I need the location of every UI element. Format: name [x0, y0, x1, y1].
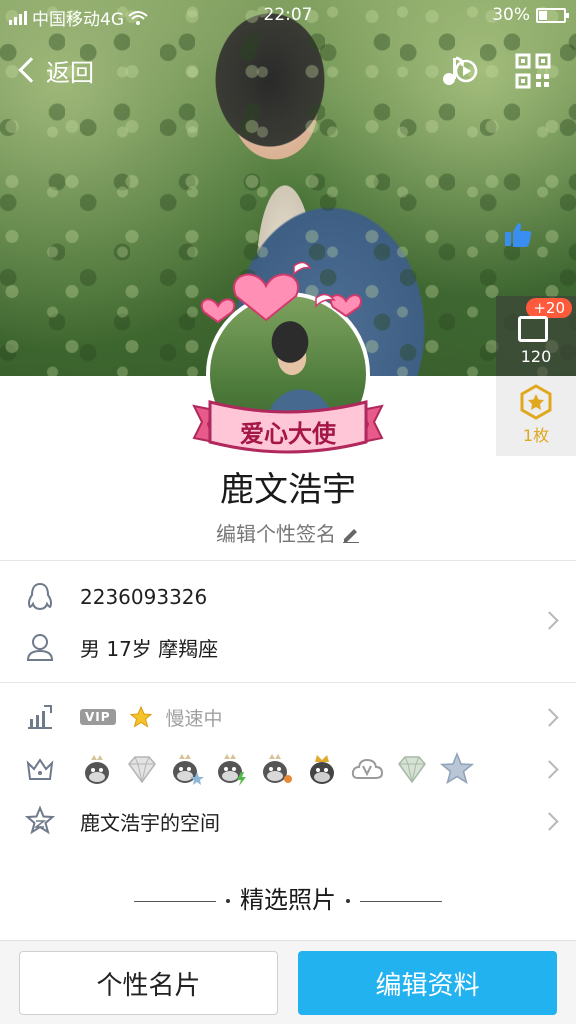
pencil-icon — [343, 529, 359, 544]
gift-counter[interactable]: +20 120 — [496, 296, 576, 376]
ribbon-text: 爱心大使 — [240, 419, 336, 448]
qq-number: 2236093326 — [80, 585, 208, 609]
medal-label: 1枚 — [522, 426, 550, 445]
space-label: 鹿文浩宇的空间 — [80, 810, 220, 835]
profile-card-button[interactable]: 个性名片 — [19, 951, 278, 1015]
level-row[interactable] — [0, 744, 576, 794]
chevron-left-icon — [18, 57, 44, 83]
penguin-gold-crown-icon — [310, 755, 334, 784]
vip-status: 慢速中 — [165, 707, 223, 730]
battery-status: 30% — [492, 5, 569, 25]
star-icon — [129, 706, 152, 728]
back-label: 返回 — [46, 58, 94, 87]
penguin-icon — [27, 582, 53, 611]
vip-badge: VIP — [80, 709, 116, 725]
green-diamond-icon — [398, 756, 426, 784]
penguin-bolt-icon — [218, 754, 246, 786]
person-icon — [26, 634, 54, 661]
heading-dot-right — [346, 899, 350, 903]
gift-badge: +20 — [526, 298, 572, 318]
basic-info-row: 男 17岁 摩羯座 — [0, 622, 576, 672]
featured-photos-title: 精选照片 — [240, 886, 336, 914]
divider — [0, 560, 576, 561]
medal-counter[interactable]: 1枚 — [496, 376, 576, 456]
penguin-crown-icon — [85, 755, 109, 784]
penguin-star-icon — [173, 754, 204, 785]
featured-photos-heading: 精选照片 — [0, 880, 576, 915]
profile-name: 鹿文浩宇 — [220, 470, 356, 510]
music-icon[interactable] — [440, 52, 478, 90]
signature-placeholder: 编辑个性签名 — [216, 522, 336, 546]
basic-info: 男 17岁 摩羯座 — [80, 636, 219, 661]
signature-edit[interactable]: 编辑个性签名 — [0, 518, 576, 547]
heading-dot-left — [226, 899, 230, 903]
cloud-v-icon — [351, 758, 384, 779]
space-row[interactable]: 鹿文浩宇的空间 — [0, 796, 576, 846]
qq-number-row: 2236093326 — [0, 572, 576, 622]
vip-row[interactable]: VIP 慢速中 — [0, 692, 576, 742]
level-icons — [80, 752, 474, 786]
growth-chart-icon — [28, 705, 52, 729]
level-chevron-right-icon[interactable] — [540, 759, 559, 779]
diamond-icon — [128, 756, 156, 784]
penguin-sun-icon — [263, 754, 292, 783]
heading-line-right — [360, 900, 442, 902]
qr-code-icon[interactable] — [514, 52, 552, 90]
gift-box-icon — [518, 316, 548, 342]
divider — [0, 682, 576, 683]
bottom-action-bar: 个性名片 编辑资料 — [0, 940, 576, 1024]
blue-star-icon — [440, 752, 474, 785]
status-bar: 中国移动4G 22:07 30% — [0, 0, 576, 30]
vip-chevron-right-icon[interactable] — [540, 707, 559, 727]
gift-count: 120 — [520, 347, 552, 366]
hearts-decoration-icon — [200, 261, 362, 324]
title-ribbon: 爱心大使 — [190, 392, 386, 460]
vip-info: VIP 慢速中 — [80, 704, 223, 731]
thumbs-up-icon[interactable] — [503, 220, 533, 250]
space-chevron-right-icon[interactable] — [540, 811, 559, 831]
medal-star-icon — [520, 384, 552, 420]
battery-icon — [536, 7, 569, 23]
battery-percent: 30% — [492, 5, 530, 25]
clock: 22:07 — [263, 5, 313, 25]
crown-icon — [26, 758, 54, 780]
back-button[interactable]: 返回 — [14, 50, 94, 90]
star-outline-icon — [24, 805, 56, 835]
heading-line-left — [134, 900, 216, 902]
edit-profile-button[interactable]: 编辑资料 — [298, 951, 557, 1015]
